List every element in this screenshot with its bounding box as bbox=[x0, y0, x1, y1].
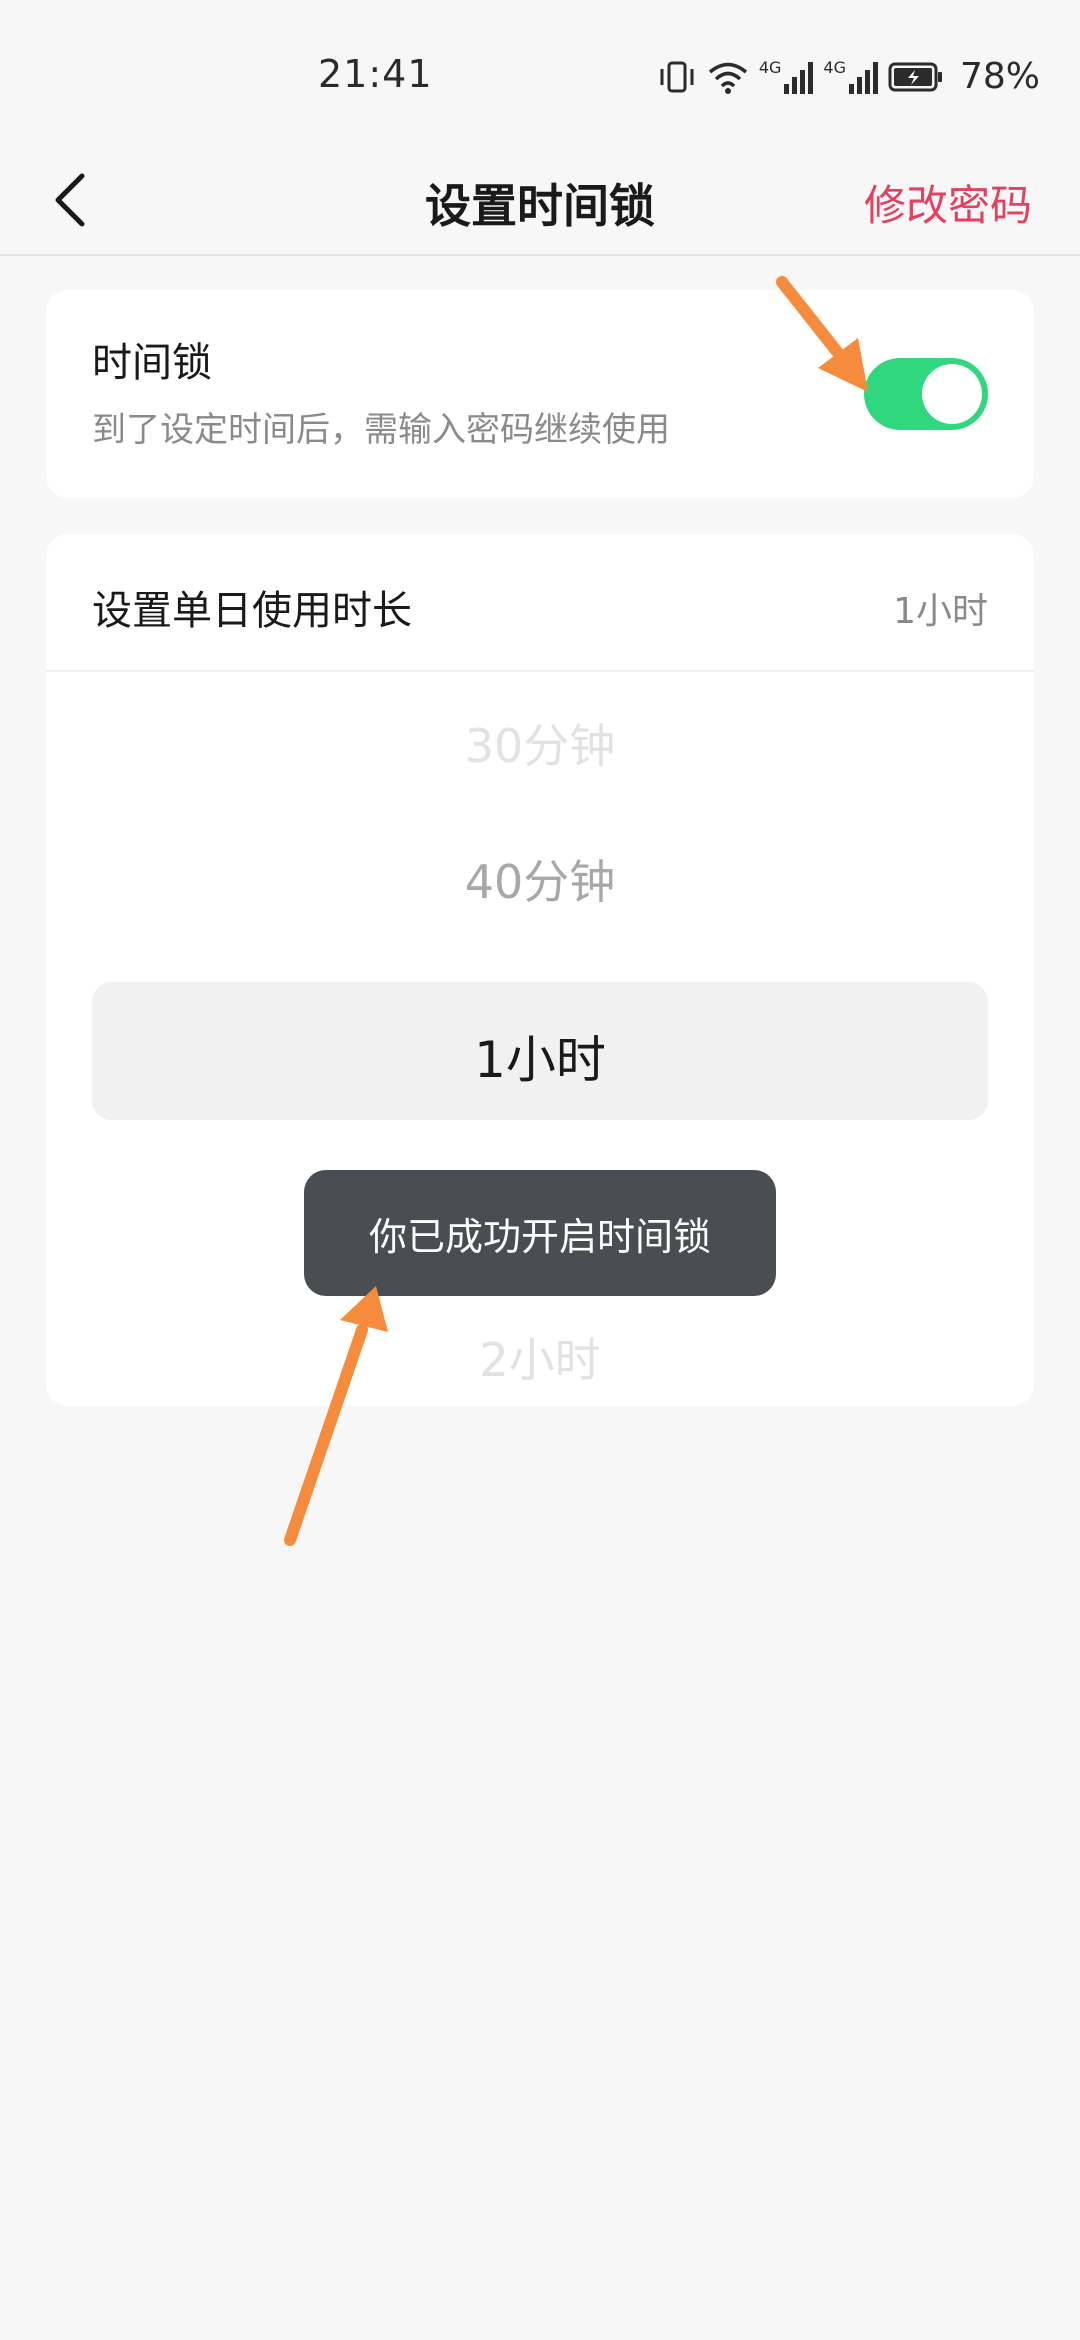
battery-charging-icon bbox=[888, 62, 944, 92]
toast-message: 你已成功开启时间锁 bbox=[304, 1170, 776, 1296]
time-lock-toggle[interactable] bbox=[864, 358, 988, 430]
signal-bars-icon bbox=[848, 60, 878, 94]
time-lock-description: 到了设定时间后，需输入密码继续使用 bbox=[92, 410, 670, 450]
signal-group-2: 4G bbox=[823, 57, 878, 94]
picker-option[interactable]: 40分钟 bbox=[46, 846, 1034, 912]
toggle-knob bbox=[922, 364, 982, 424]
network-type-label: 4G bbox=[758, 57, 782, 77]
status-icons: 4G 4G 78% bbox=[657, 56, 1040, 97]
picker-option[interactable]: 30分钟 bbox=[46, 710, 1034, 776]
picker-option-selected[interactable]: 1小时 bbox=[46, 1020, 1034, 1092]
change-password-link[interactable]: 修改密码 bbox=[864, 172, 1032, 233]
time-lock-title: 时间锁 bbox=[92, 340, 212, 386]
vibrate-icon bbox=[657, 59, 697, 95]
daily-duration-header[interactable]: 设置单日使用时长 1小时 bbox=[46, 534, 1034, 672]
picker-option[interactable]: 2小时 bbox=[46, 1324, 1034, 1390]
signal-group-1: 4G bbox=[758, 57, 814, 94]
daily-duration-label: 设置单日使用时长 bbox=[92, 588, 412, 634]
wifi-icon bbox=[707, 59, 749, 95]
daily-duration-value: 1小时 bbox=[893, 591, 988, 632]
title-bar: 设置时间锁 修改密码 bbox=[0, 150, 1080, 256]
signal-bars-icon bbox=[783, 60, 814, 94]
battery-percent: 78% bbox=[959, 56, 1040, 97]
status-bar: 21:41 4G 4G 78% bbox=[0, 0, 1080, 150]
time-lock-card: 时间锁 到了设定时间后，需输入密码继续使用 bbox=[46, 290, 1034, 498]
status-time: 21:41 bbox=[318, 52, 433, 96]
network-type-label: 4G bbox=[823, 57, 846, 77]
